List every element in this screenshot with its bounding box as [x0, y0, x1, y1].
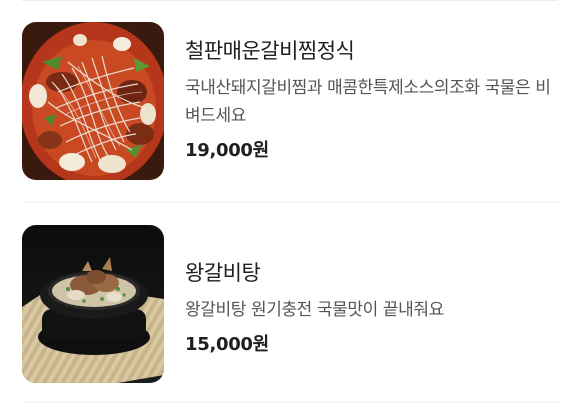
menu-list: 철판매운갈비찜정식 국내산돼지갈비찜과 매콤한특제소스의조화 국물은 비벼드세요…: [0, 0, 580, 409]
menu-item-photo[interactable]: [22, 225, 164, 383]
item-divider: [22, 402, 558, 403]
menu-item-info: 왕갈비탕 왕갈비탕 원기충전 국물맛이 끝내줘요 15,000원: [185, 258, 558, 358]
spicy-braised-ribs-photo: [22, 22, 164, 180]
item-divider: [22, 202, 558, 203]
menu-item-galbitang[interactable]: 왕갈비탕 왕갈비탕 원기충전 국물맛이 끝내줘요 15,000원: [22, 225, 558, 385]
menu-item-description: 국내산돼지갈비찜과 매콤한특제소스의조화 국물은 비벼드세요: [185, 78, 551, 126]
menu-item-name: 철판매운갈비찜정식: [185, 39, 355, 63]
menu-item-price: 15,000원: [185, 334, 269, 355]
menu-item-description: 왕갈비탕 원기충전 국물맛이 끝내줘요: [185, 300, 444, 320]
menu-item-name: 왕갈비탕: [185, 261, 261, 285]
menu-item-info: 철판매운갈비찜정식 국내산돼지갈비찜과 매콤한특제소스의조화 국물은 비벼드세요…: [185, 36, 558, 164]
menu-item-photo[interactable]: [22, 22, 164, 180]
menu-item-price: 19,000원: [185, 140, 269, 161]
menu-item-spicy-braised-ribs[interactable]: 철판매운갈비찜정식 국내산돼지갈비찜과 매콤한특제소스의조화 국물은 비벼드세요…: [22, 22, 558, 182]
galbitang-photo: [22, 225, 164, 383]
